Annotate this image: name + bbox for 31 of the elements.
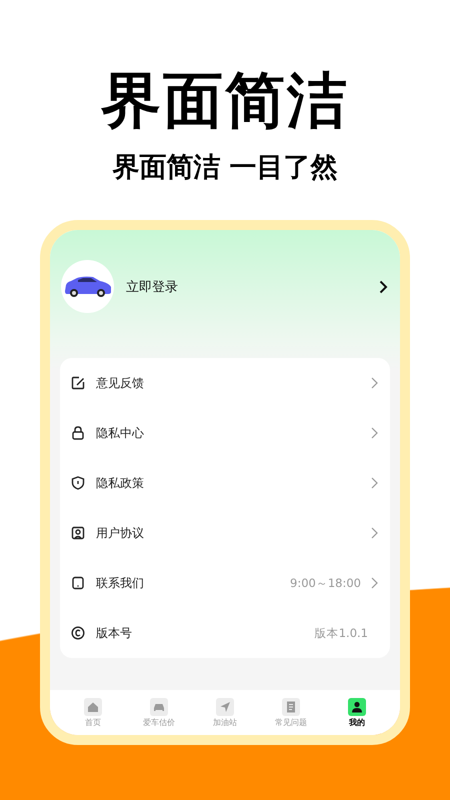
menu-item[interactable]: 用户协议 [60, 508, 390, 558]
menu-value: 版本1.0.1 [314, 626, 368, 640]
tab[interactable]: 我的 [327, 698, 387, 728]
menu-item[interactable]: 隐私中心 [60, 408, 390, 458]
menu-label: 隐私中心 [96, 424, 145, 442]
login-link[interactable]: 立即登录 [126, 278, 379, 296]
menu-label: 版本号 [96, 624, 133, 642]
menu-value: 9:00～18:00 [290, 576, 361, 590]
phone-icon [71, 576, 85, 590]
house-icon [84, 698, 102, 716]
menu-label: 联系我们 [96, 574, 145, 592]
menu-label: 隐私政策 [96, 474, 145, 492]
chevron-right-icon[interactable] [379, 280, 388, 294]
menu-item[interactable]: 版本号 版本1.0.1 [60, 608, 390, 658]
portrait-icon [71, 526, 85, 540]
menu-item[interactable]: 联系我们 9:00～18:00 [60, 558, 390, 608]
headline: 界面简洁 [101, 65, 349, 138]
navigation-icon [216, 698, 234, 716]
lock-icon [71, 426, 85, 440]
car-icon [150, 698, 168, 716]
menu-item[interactable]: 意见反馈 [60, 358, 390, 408]
person-icon [348, 698, 366, 716]
copyright-icon [71, 626, 85, 640]
menu-label: 用户协议 [96, 524, 145, 542]
shield-icon [71, 476, 85, 490]
menu-label: 意见反馈 [96, 374, 145, 392]
menu-item[interactable]: 隐私政策 [60, 458, 390, 508]
edit-icon [71, 376, 85, 390]
car-icon [62, 276, 112, 298]
document-icon [282, 698, 300, 716]
subtitle: 界面简洁 一目了然 [112, 151, 338, 185]
